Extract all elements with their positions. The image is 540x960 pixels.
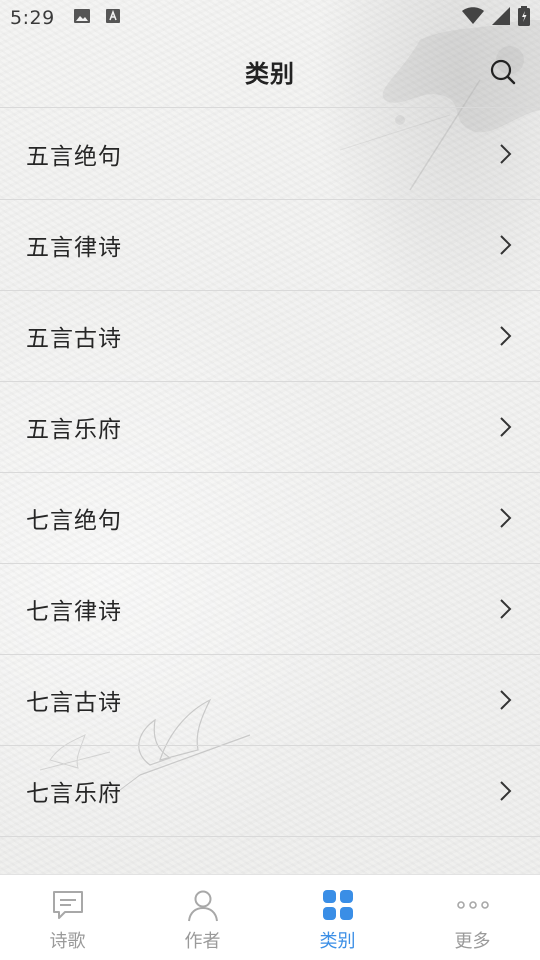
message-icon: [50, 887, 86, 923]
tab-label: 诗歌: [49, 931, 86, 952]
category-item[interactable]: 七言绝句: [0, 473, 540, 564]
category-label: 七言律诗: [26, 599, 122, 625]
status-time: 5:29: [10, 7, 55, 29]
wifi-icon: [462, 7, 484, 29]
search-icon: [490, 59, 516, 85]
font-icon: [105, 8, 121, 28]
chevron-right-icon: [500, 508, 512, 528]
category-label: 五言古诗: [26, 326, 122, 352]
app-screen: 5:29 类别 五言绝句 五言律诗 五言古诗 五言乐府 七言绝句 七言律诗 七言…: [0, 0, 540, 960]
status-bar: 5:29: [0, 0, 540, 36]
category-label: 七言古诗: [26, 690, 122, 716]
tab-more[interactable]: 更多: [405, 875, 540, 960]
signal-icon: [492, 7, 510, 29]
tab-label: 作者: [184, 931, 221, 952]
category-label: 五言乐府: [26, 417, 122, 443]
category-label: 五言绝句: [26, 144, 122, 170]
page-title: 类别: [245, 60, 295, 88]
grid-icon: [320, 887, 356, 923]
image-icon: [73, 8, 91, 28]
category-label: 五言律诗: [26, 235, 122, 261]
tab-poems[interactable]: 诗歌: [0, 875, 135, 960]
chevron-right-icon: [500, 599, 512, 619]
more-icon: [455, 887, 491, 923]
chevron-right-icon: [500, 326, 512, 346]
category-item[interactable]: 七言古诗: [0, 655, 540, 746]
person-icon: [185, 887, 221, 923]
tab-label: 更多: [454, 931, 491, 952]
category-item[interactable]: 五言乐府: [0, 382, 540, 473]
category-item[interactable]: 七言乐府: [0, 746, 540, 837]
category-list: 五言绝句 五言律诗 五言古诗 五言乐府 七言绝句 七言律诗 七言古诗 七言乐府: [0, 109, 540, 837]
battery-icon: [518, 6, 530, 30]
bottom-tab-bar: 诗歌 作者 类别 更多: [0, 874, 540, 960]
chevron-right-icon: [500, 235, 512, 255]
category-item[interactable]: 五言律诗: [0, 200, 540, 291]
tab-label: 类别: [319, 931, 356, 952]
chevron-right-icon: [500, 781, 512, 801]
search-button[interactable]: [488, 57, 518, 87]
chevron-right-icon: [500, 144, 512, 164]
header-bar: 类别: [0, 36, 540, 108]
category-item[interactable]: 七言律诗: [0, 564, 540, 655]
chevron-right-icon: [500, 690, 512, 710]
category-item[interactable]: 五言绝句: [0, 109, 540, 200]
category-label: 七言绝句: [26, 508, 122, 534]
tab-categories[interactable]: 类别: [270, 875, 405, 960]
category-item[interactable]: 五言古诗: [0, 291, 540, 382]
chevron-right-icon: [500, 417, 512, 437]
category-label: 七言乐府: [26, 781, 122, 807]
tab-authors[interactable]: 作者: [135, 875, 270, 960]
